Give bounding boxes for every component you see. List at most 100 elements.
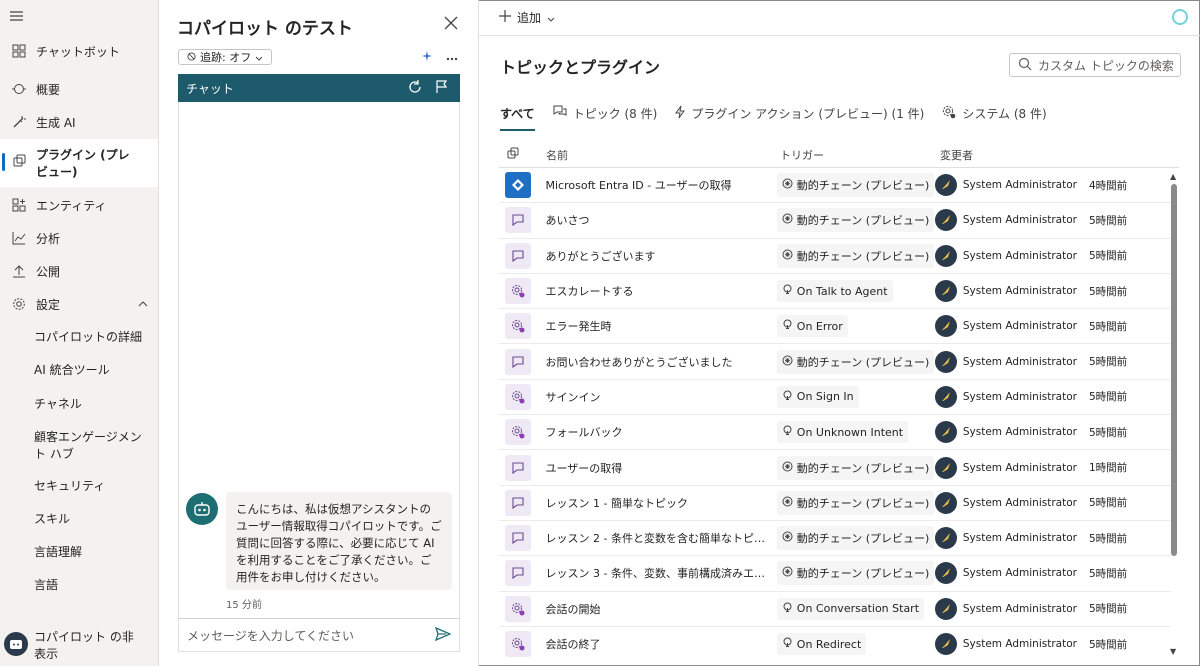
nav-item-generative-ai[interactable]: 生成 AI: [0, 106, 158, 138]
table-row[interactable]: レッスン 1 - 簡単なトピック 動的チェーン (プレビュー) System Adm…: [499, 486, 1171, 521]
user-avatar-icon: [934, 209, 957, 232]
topic-name[interactable]: ユーザーの取得: [546, 460, 777, 476]
topic-chat-icon: [505, 560, 531, 587]
tab-system[interactable]: システム (8 件): [942, 103, 1047, 123]
trigger-label: 動的チェーン (プレビュー): [796, 496, 930, 510]
user-avatar-icon: [934, 421, 957, 444]
modified-time: 5時間前: [1088, 426, 1128, 439]
modified-by: System Administrator: [962, 532, 1077, 545]
tab-all[interactable]: すべて: [500, 103, 535, 131]
refresh-icon[interactable]: [408, 80, 422, 97]
table-row[interactable]: エラー発生時 On Error System Administrator 5時間前: [499, 309, 1171, 345]
topics-table: Microsoft Entra ID - ユーザーの取得動的チェーン (プレビュ…: [499, 168, 1171, 658]
modified-time: 5時間前: [1088, 532, 1128, 545]
topic-name[interactable]: Microsoft Entra ID - ユーザーの取得: [546, 177, 777, 193]
table-row[interactable]: レッスン 2 - 条件と変数を含む簡単なトピック 動的チェーン (プレビュー) Sy…: [499, 521, 1171, 557]
nav-sub-copilot-details[interactable]: コパイロットの詳細: [34, 329, 154, 346]
scroll-up-icon[interactable]: ▲: [1170, 172, 1176, 181]
topic-name[interactable]: 会話の終了: [546, 636, 777, 652]
column-name[interactable]: 名前: [546, 147, 780, 163]
nav-item-chatbots[interactable]: チャットボット: [0, 35, 158, 67]
table-row[interactable]: ありがとうございます 動的チェーン (プレビュー) System Administr…: [499, 239, 1171, 274]
message-input[interactable]: メッセージを入力してください: [178, 618, 460, 652]
modified-time: 5時間前: [1088, 603, 1128, 616]
table-row[interactable]: Microsoft Entra ID - ユーザーの取得 動的チェーン (プレビュ…: [499, 168, 1171, 204]
table-row[interactable]: ユーザーの取得 動的チェーン (プレビュー) System Administrato…: [499, 450, 1171, 486]
topic-name[interactable]: レッスン 3 - 条件、変数、事前構成済みエンティ…: [546, 565, 777, 581]
topic-name[interactable]: エスカレートする: [546, 283, 777, 299]
table-row[interactable]: レッスン 3 - 条件、変数、事前構成済みエンティ… 動的チェーン (プレビュー)…: [499, 556, 1171, 592]
table-row[interactable]: お問い合わせありがとうございました 動的チェーン (プレビュー) System Ad…: [499, 344, 1171, 380]
trigger-label: On Conversation Start: [796, 602, 920, 616]
modified-time: 5時間前: [1088, 567, 1128, 580]
scrollbar[interactable]: ▲ ▼: [1169, 172, 1179, 656]
user-avatar-icon: [934, 562, 957, 585]
more-options-icon[interactable]: [446, 50, 458, 66]
scroll-down-icon[interactable]: ▼: [1170, 647, 1176, 656]
modified-by: System Administrator: [962, 602, 1077, 615]
system-topic-icon: [505, 631, 531, 657]
table-row[interactable]: フォールバック On Unknown Intent System Administr…: [499, 415, 1171, 451]
hide-copilot-button[interactable]: コパイロット の非表示: [34, 629, 144, 663]
close-icon[interactable]: [444, 14, 458, 35]
topic-name[interactable]: レッスン 1 - 簡単なトピック: [546, 495, 777, 511]
nav-sub-ai-tools[interactable]: AI 統合ツール: [34, 362, 154, 379]
nav-sub-channels[interactable]: チャネル: [34, 396, 154, 413]
add-button[interactable]: 追加: [499, 9, 555, 26]
trigger-label: On Redirect: [796, 637, 862, 651]
modified-time: 5時間前: [1088, 391, 1128, 404]
nav-sub-language-understanding[interactable]: 言語理解: [34, 544, 154, 561]
column-trigger[interactable]: トリガー: [780, 147, 940, 163]
topic-name[interactable]: サインイン: [546, 389, 777, 405]
event-trigger-icon: [782, 425, 793, 439]
user-avatar-icon: [934, 527, 957, 550]
topic-name[interactable]: 会話の開始: [546, 601, 777, 617]
nav-item-settings[interactable]: 設定: [0, 288, 158, 320]
chevron-up-icon[interactable]: [138, 296, 148, 310]
topic-name[interactable]: あいさつ: [546, 212, 777, 228]
trigger-chip: 動的チェーン (プレビュー): [776, 561, 935, 586]
hamburger-icon[interactable]: [10, 10, 23, 25]
tab-label: すべて: [500, 106, 535, 121]
nav-sub-security[interactable]: セキュリティ: [34, 478, 154, 495]
nav-sub-skills[interactable]: スキル: [34, 511, 154, 528]
table-row[interactable]: 会話の開始 On Conversation Start System Adminis…: [499, 592, 1171, 627]
nav-item-publish[interactable]: 公開: [0, 255, 158, 287]
scrollbar-thumb[interactable]: [1171, 184, 1177, 556]
send-icon[interactable]: [434, 626, 452, 644]
nav-sub-engagement-hub[interactable]: 顧客エンゲージメント ハブ: [34, 429, 149, 463]
nav-item-analytics[interactable]: 分析: [0, 222, 158, 254]
topic-name[interactable]: お問い合わせありがとうございました: [546, 354, 777, 370]
table-row[interactable]: エスカレートする On Talk to Agent System Administr…: [499, 274, 1171, 310]
nav-item-entities[interactable]: エンティティ: [0, 189, 158, 221]
grid-icon: [11, 43, 27, 59]
topic-chat-icon: [505, 489, 531, 516]
chat-toolbar: [421, 50, 458, 66]
table-row[interactable]: あいさつ 動的チェーン (プレビュー) System Administrator 5時…: [499, 203, 1171, 239]
modified-time: 5時間前: [1088, 250, 1128, 263]
search-input[interactable]: カスタム トピックの検索: [1009, 53, 1181, 77]
trigger-label: 動的チェーン (プレビュー): [796, 532, 930, 546]
dynamic-chain-icon: [782, 249, 793, 263]
modified-by: System Administrator: [962, 285, 1077, 298]
topic-name[interactable]: フォールバック: [546, 424, 777, 440]
tracking-toggle[interactable]: 追跡: オフ: [178, 49, 273, 65]
topic-name[interactable]: ありがとうございます: [546, 248, 777, 264]
nav-item-plugins[interactable]: プラグイン (プレビュー): [0, 139, 158, 187]
flag-icon[interactable]: [436, 80, 448, 97]
modified-by: System Administrator: [962, 426, 1077, 439]
tab-plugin-actions[interactable]: プラグイン アクション (プレビュー) (1 件): [675, 103, 924, 123]
tab-label: プラグイン アクション (プレビュー) (1 件): [691, 106, 925, 121]
nav-item-overview[interactable]: 概要: [0, 73, 158, 105]
trigger-chip: On Redirect: [776, 633, 867, 655]
table-row[interactable]: サインイン On Sign In System Administrator 5時間前: [499, 380, 1171, 416]
tab-topics[interactable]: トピック (8 件): [553, 103, 657, 123]
nav-sub-language[interactable]: 言語: [34, 577, 154, 594]
table-row[interactable]: 会話の終了 On Redirect System Administrator 5時間前: [499, 627, 1171, 658]
topic-name[interactable]: レッスン 2 - 条件と変数を含む簡単なトピック: [546, 530, 777, 546]
topic-name[interactable]: エラー発生時: [546, 318, 777, 334]
column-modified-by[interactable]: 変更者: [940, 147, 1179, 163]
trigger-label: On Error: [796, 319, 843, 333]
sparkle-icon[interactable]: [421, 50, 434, 66]
modified-by: System Administrator: [962, 249, 1077, 262]
